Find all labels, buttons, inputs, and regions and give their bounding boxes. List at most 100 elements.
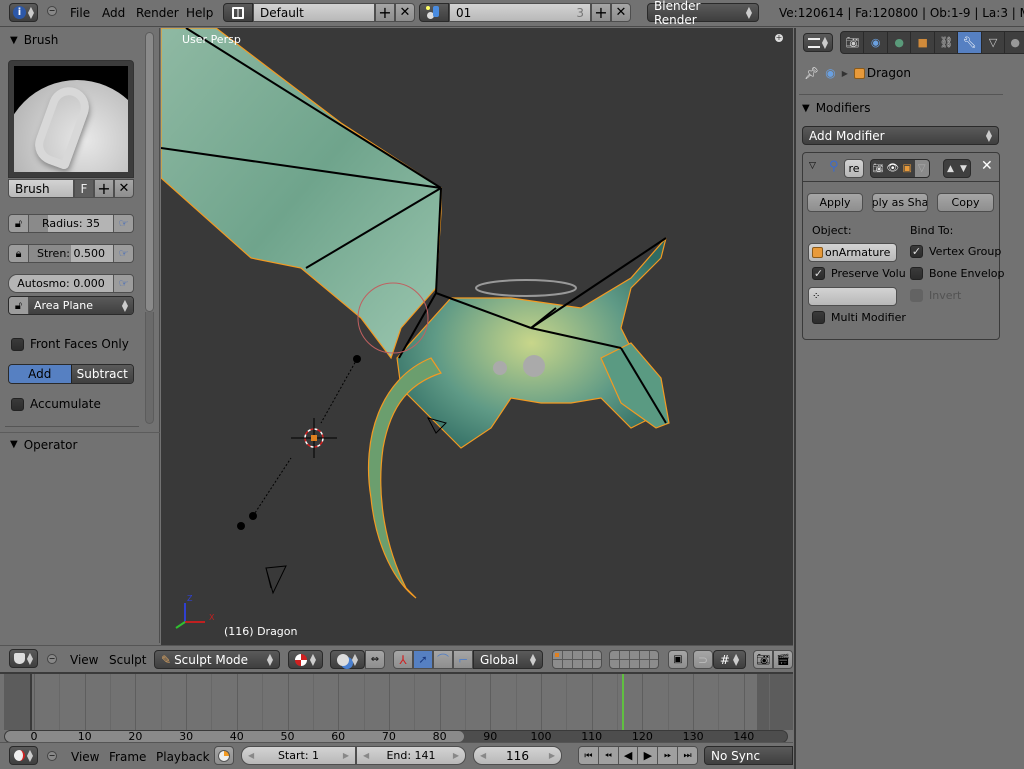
- scale-manipulator-button[interactable]: ⌐: [453, 650, 473, 669]
- next-keyframe-button[interactable]: ⏩︎: [658, 747, 679, 764]
- menu-add[interactable]: Add: [102, 6, 125, 20]
- tab-constraints[interactable]: ⛓︎: [935, 32, 959, 53]
- use-preview-range-toggle[interactable]: [214, 746, 234, 765]
- bone-envelope-checkbox[interactable]: Bone Envelop: [910, 267, 1004, 280]
- opengl-render-button[interactable]: 📷︎: [753, 650, 773, 669]
- radius-slider[interactable]: Radius: 35: [29, 215, 113, 232]
- modifier-name-field[interactable]: re: [844, 159, 864, 178]
- play-button[interactable]: ▶: [638, 747, 659, 764]
- realtime-eye-toggle[interactable]: 👁︎: [886, 160, 901, 177]
- tab-modifiers[interactable]: 🔧︎: [958, 32, 982, 53]
- modifier-collapse-icon[interactable]: ▽: [809, 161, 816, 171]
- start-frame-field[interactable]: ◀ Start: 1 ▶: [241, 746, 356, 765]
- vertex-group-checkbox[interactable]: ✓ Vertex Group: [910, 245, 1001, 258]
- pivot-point-dropdown[interactable]: ▲ ▼: [330, 650, 365, 669]
- tab-render[interactable]: 📷︎: [841, 32, 865, 53]
- add-screen-button[interactable]: +: [375, 3, 395, 22]
- front-faces-only-checkbox[interactable]: Front Faces Only: [11, 337, 129, 351]
- fake-user-toggle[interactable]: F: [74, 179, 94, 198]
- collapse-menu-icon[interactable]: −: [47, 751, 57, 761]
- multi-modifier-checkbox[interactable]: Multi Modifier: [812, 311, 906, 324]
- rotate-manipulator-button[interactable]: ⌒: [433, 650, 453, 669]
- menu-frame[interactable]: Frame: [109, 750, 146, 764]
- current-frame-field[interactable]: ◀ 116 ▶: [473, 746, 562, 765]
- layers-grid-2[interactable]: [609, 650, 659, 669]
- invert-checkbox[interactable]: Invert: [910, 289, 961, 302]
- sync-mode-dropdown[interactable]: No Sync: [704, 746, 793, 765]
- move-down-button[interactable]: ▼: [957, 160, 970, 177]
- previous-keyframe-button[interactable]: ⏪︎: [598, 747, 619, 764]
- accumulate-checkbox[interactable]: Accumulate: [11, 397, 101, 411]
- add-brush-button[interactable]: +: [94, 179, 114, 198]
- 3d-viewport[interactable]: User Persp Z X (116) Dragon +: [161, 28, 793, 645]
- apply-button[interactable]: Apply: [807, 193, 863, 212]
- delete-scene-button[interactable]: ✕: [611, 3, 631, 22]
- pressure-icon[interactable]: ☞: [113, 275, 133, 292]
- copy-button[interactable]: Copy: [937, 193, 994, 212]
- snap-element-dropdown[interactable]: # ▲ ▼: [713, 650, 746, 669]
- playhead[interactable]: [622, 674, 625, 730]
- subtract-direction-button[interactable]: Subtract: [70, 365, 133, 383]
- apply-as-shape-button[interactable]: ply as Sha: [872, 193, 928, 212]
- screen-layout-icon-button[interactable]: [223, 3, 253, 22]
- area-plane-dropdown[interactable]: Area Plane ▲ ▼: [29, 297, 133, 314]
- opengl-render-animation-button[interactable]: 🎬︎: [773, 650, 793, 669]
- menu-render[interactable]: Render: [136, 6, 179, 20]
- jump-to-end-button[interactable]: ⏭︎: [678, 747, 697, 764]
- split-area-icon[interactable]: +: [775, 34, 783, 42]
- menu-file[interactable]: File: [70, 6, 90, 20]
- cage-toggle[interactable]: ▽: [914, 160, 929, 177]
- jump-to-start-button[interactable]: ⏮︎: [579, 747, 599, 764]
- screen-layout-field[interactable]: Default: [253, 3, 375, 22]
- pin-icon[interactable]: 📌︎: [804, 66, 819, 80]
- editor-type-button[interactable]: ▲ ▼: [9, 649, 38, 668]
- scene-icon-button[interactable]: [419, 3, 449, 22]
- menu-view[interactable]: View: [70, 653, 98, 667]
- autosmooth-slider[interactable]: Autosmo: 0.000: [9, 275, 113, 292]
- collapse-menu-icon[interactable]: −: [47, 654, 57, 664]
- tab-data[interactable]: ▽: [982, 32, 1006, 53]
- mode-dropdown[interactable]: ✎ Sculpt Mode ▲ ▼: [154, 650, 280, 669]
- tab-object[interactable]: ■: [911, 32, 935, 53]
- timeline[interactable]: 0 10 20 30 40 50 60 70 80 90 100 110 120 130 140: [0, 672, 793, 743]
- end-frame-field[interactable]: ◀ End: 141 ▶: [356, 746, 466, 765]
- brush-preview[interactable]: [8, 60, 134, 178]
- pressure-icon[interactable]: ☞: [113, 245, 133, 262]
- manipulator-toggle[interactable]: ⅄: [393, 650, 413, 669]
- snap-toggle[interactable]: ⊃: [693, 650, 713, 669]
- add-scene-button[interactable]: +: [591, 3, 611, 22]
- tab-world[interactable]: ●: [888, 32, 912, 53]
- translate-manipulator-button[interactable]: ➚: [413, 650, 433, 669]
- menu-help[interactable]: Help: [186, 6, 213, 20]
- scene-name-field[interactable]: 01 3: [449, 3, 591, 22]
- menu-playback[interactable]: Playback: [156, 750, 210, 764]
- modifiers-panel-header[interactable]: ▼ Modifiers: [802, 98, 1002, 118]
- menu-sculpt[interactable]: Sculpt: [109, 653, 146, 667]
- vertex-group-field[interactable]: ⁘: [808, 287, 897, 306]
- render-engine-dropdown[interactable]: Blender Render ▲ ▼: [647, 0, 759, 27]
- delete-screen-button[interactable]: ✕: [395, 3, 415, 22]
- menu-view[interactable]: View: [71, 750, 99, 764]
- tool-shelf-scrollbar[interactable]: [145, 32, 154, 312]
- tab-material[interactable]: ●: [1005, 32, 1024, 53]
- editor-type-button[interactable]: ▲ ▼: [803, 33, 833, 52]
- edit-mode-toggle[interactable]: ▣: [900, 160, 915, 177]
- transform-orientation-dropdown[interactable]: Global ▲ ▼: [473, 650, 543, 669]
- manipulate-center-points-toggle[interactable]: ⇔: [365, 650, 385, 669]
- lock-icon[interactable]: 🔒︎: [9, 245, 29, 262]
- lock-unlocked-icon[interactable]: 🔓︎: [9, 215, 29, 232]
- move-up-button[interactable]: ▲: [944, 160, 957, 177]
- render-toggle[interactable]: 📷︎: [871, 160, 886, 177]
- add-direction-button[interactable]: Add: [9, 365, 71, 383]
- viewport-shading-dropdown[interactable]: ▲ ▼: [288, 650, 323, 669]
- layers-grid-1[interactable]: [552, 650, 602, 669]
- editor-type-button[interactable]: ▲ ▼: [9, 746, 38, 765]
- editor-type-button[interactable]: i ▲ ▼: [9, 3, 38, 22]
- collapse-menu-icon[interactable]: −: [47, 6, 57, 16]
- strength-slider[interactable]: Stren: 0.500: [29, 245, 113, 262]
- tab-scene[interactable]: ◉: [864, 32, 888, 53]
- play-reverse-button[interactable]: ◀: [618, 747, 639, 764]
- armature-object-field[interactable]: onArmature: [808, 243, 897, 262]
- preserve-volume-checkbox[interactable]: ✓ Preserve Volu: [812, 267, 906, 280]
- pressure-icon[interactable]: ☞: [113, 215, 133, 232]
